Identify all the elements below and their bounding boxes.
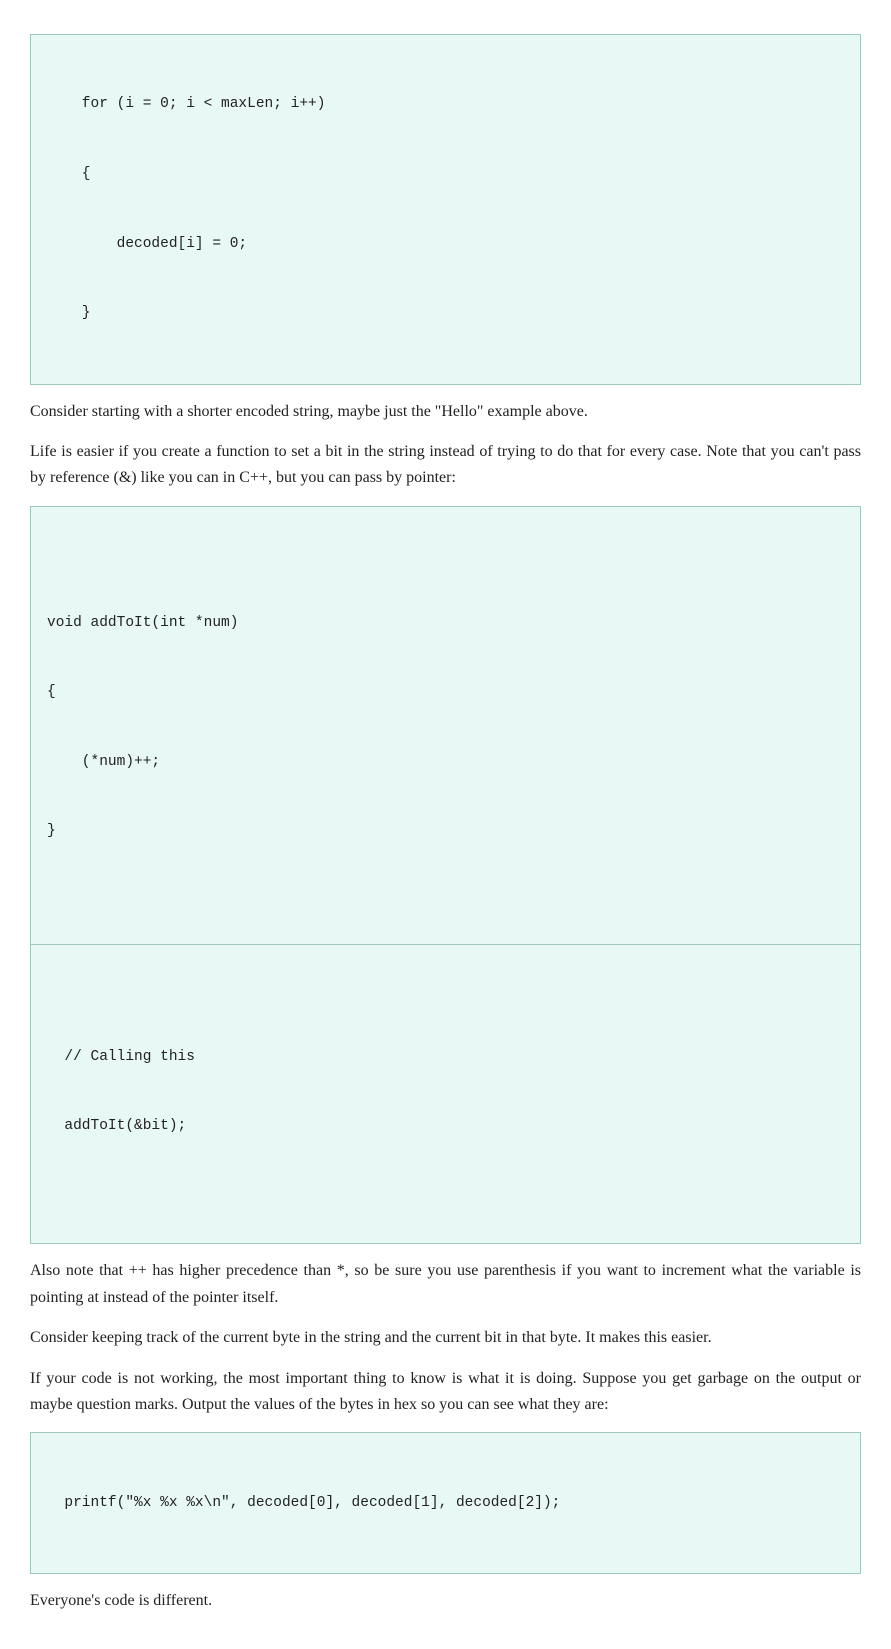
code-line: addToIt(&bit); bbox=[47, 1115, 844, 1138]
code-line: (*num)++; bbox=[47, 751, 844, 774]
code-block-3: printf("%x %x %x\n", decoded[0], decoded… bbox=[30, 1432, 861, 1574]
paragraph-3: Also note that ++ has higher precedence … bbox=[30, 1258, 861, 1311]
code-block-2: void addToIt(int *num) { (*num)++; } // … bbox=[30, 506, 861, 1245]
code-line: for (i = 0; i < maxLen; i++) bbox=[47, 93, 844, 116]
code-section-1: void addToIt(int *num) { (*num)++; } bbox=[47, 565, 844, 890]
code-line: } bbox=[47, 302, 844, 325]
paragraph-1: Consider starting with a shorter encoded… bbox=[30, 399, 861, 425]
content-wrapper: for (i = 0; i < maxLen; i++) { decoded[i… bbox=[30, 34, 861, 1615]
paragraph-4: Consider keeping track of the current by… bbox=[30, 1325, 861, 1351]
code-line: } bbox=[47, 820, 844, 843]
code-section-2: // Calling this addToIt(&bit); bbox=[47, 992, 844, 1186]
code-block-1: for (i = 0; i < maxLen; i++) { decoded[i… bbox=[30, 34, 861, 385]
paragraph-5: If your code is not working, the most im… bbox=[30, 1366, 861, 1419]
code-line: decoded[i] = 0; bbox=[47, 233, 844, 256]
code-line: // Calling this bbox=[47, 1046, 844, 1069]
code-line: { bbox=[47, 681, 844, 704]
code-line: void addToIt(int *num) bbox=[47, 612, 844, 635]
code-line: { bbox=[47, 163, 844, 186]
paragraph-2: Life is easier if you create a function … bbox=[30, 439, 861, 492]
paragraph-6: Everyone's code is different. bbox=[30, 1588, 861, 1614]
code-line: printf("%x %x %x\n", decoded[0], decoded… bbox=[47, 1492, 844, 1515]
